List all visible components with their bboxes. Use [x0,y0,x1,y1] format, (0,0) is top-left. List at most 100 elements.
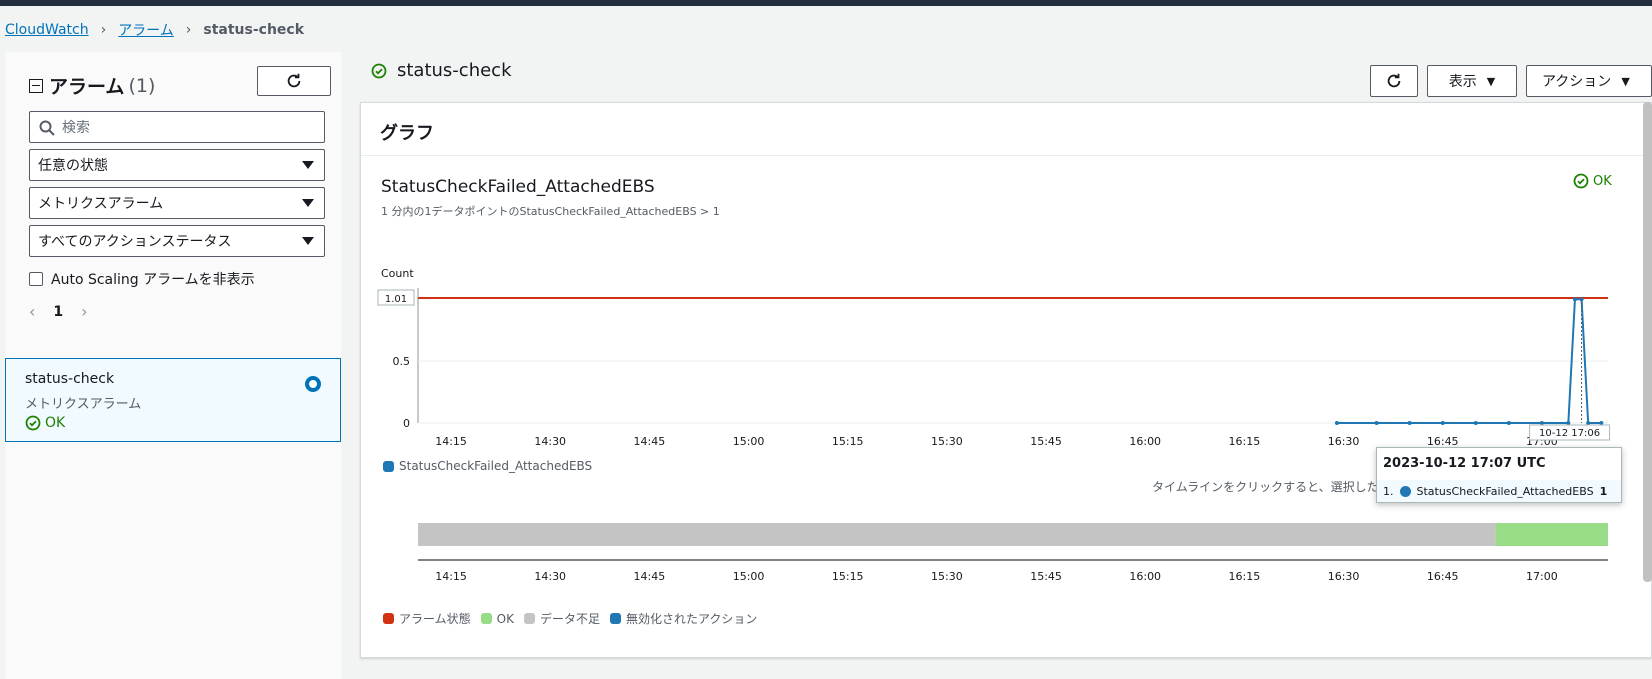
top-bar [0,0,1652,6]
page-number[interactable]: 1 [53,304,63,320]
timeline-legend-disabled: 無効化されたアクション [609,610,758,627]
timeline-legend: アラーム状態 OK データ不足 無効化されたアクション [383,610,767,627]
chevron-right-icon: › [100,22,107,38]
timeline-tick-label: 14:45 [634,570,666,583]
alarm-name: status-check [25,371,115,387]
caret-down-icon [302,199,314,207]
legend-swatch [383,460,394,472]
type-filter-value: メトリクスアラーム [38,196,164,212]
breadcrumb: CloudWatch › アラーム › status-check [5,20,304,40]
timeline-tick-label: 14:30 [534,570,566,583]
pagination: ‹ 1 › [29,302,88,321]
data-point [1572,297,1577,302]
refresh-button[interactable] [1370,65,1418,97]
alarm-state-label: OK [45,415,66,431]
search-input[interactable]: 検索 [29,111,325,143]
legend-swatch [383,613,394,624]
sidebar-refresh-button[interactable] [257,66,331,96]
view-label: 表示 [1448,74,1477,90]
chart-tooltip: 2023-10-12 17:07 UTC 1. StatusCheckFaile… [1376,447,1622,503]
refresh-icon [287,73,301,88]
threshold: 1.01 [377,289,1608,306]
x-tick-label: 15:00 [733,435,765,448]
x-tick-label: 15:15 [832,435,864,448]
data-point [1586,421,1591,425]
data-point [1566,421,1571,425]
alarm-select-radio[interactable] [305,376,321,392]
hide-autoscaling-label: Auto Scaling アラームを非表示 [51,272,255,288]
hide-autoscaling-checkbox[interactable] [29,272,43,286]
graph-panel: グラフ StatusCheckFailed_AttachedEBS 1 分内の1… [360,102,1652,658]
actions-dropdown-button[interactable]: アクション ▼ [1526,65,1652,97]
legend-label: OK [496,611,514,626]
timeline-tick-label: 16:30 [1328,570,1360,583]
view-dropdown-button[interactable]: 表示 ▼ [1427,65,1517,97]
timeline-tick-label: 16:00 [1129,570,1161,583]
action-filter-select[interactable]: すべてのアクションステータス [29,225,325,257]
data-point [1374,421,1379,425]
timeline-tick-label: 15:00 [733,570,765,583]
legend-label: StatusCheckFailed_AttachedEBS [399,459,593,473]
breadcrumb-cloudwatch-link[interactable]: CloudWatch [5,22,89,38]
data-point [1440,421,1445,425]
data-point [1539,421,1544,425]
chart-legend: StatusCheckFailed_AttachedEBS [383,459,602,473]
chart-grid [417,288,1608,424]
caret-down-icon [302,161,314,169]
legend-item[interactable]: StatusCheckFailed_AttachedEBS [383,459,592,473]
breadcrumb-current: status-check [203,22,305,38]
timeline-tick-label: 15:45 [1030,570,1062,583]
legend-label: データ不足 [539,612,600,626]
state-filter-value: 任意の状態 [38,158,108,174]
legend-swatch [523,613,535,624]
timeline-hint: タイムラインをクリックすると、選択した [1152,480,1379,494]
tooltip-index: 1. [1383,484,1394,498]
tooltip-series-dot [1399,485,1411,497]
search-icon [39,120,55,136]
data-point [1473,421,1478,425]
check-circle-icon [25,415,41,431]
chart-series: 10-12 17:06 [1334,297,1611,441]
tooltip-value: 1 [1599,484,1608,498]
timeline-tick-label: 17:00 [1526,570,1558,583]
x-tick-label: 14:30 [534,435,566,448]
legend-label: アラーム状態 [399,612,471,626]
timeline-legend-ok: OK [480,611,514,626]
chevron-right-icon: › [185,22,192,38]
y-tick-label: 0.5 [393,355,411,368]
data-point [1407,421,1412,425]
timeline-legend-alarm: アラーム状態 [383,610,471,627]
caret-down-icon: ▼ [1486,74,1496,88]
timeline-bar[interactable]: 14:15 14:30 14:45 15:00 15:15 15:30 15:45 16:00… [418,523,1608,583]
threshold-label: 1.01 [385,294,407,305]
hide-autoscaling-checkbox-row[interactable]: Auto Scaling アラームを非表示 [29,269,255,289]
timeline-tick-label: 15:30 [931,570,963,583]
legend-swatch [609,613,621,624]
x-tick-label: 16:15 [1229,435,1261,448]
chevron-right-icon[interactable]: › [81,302,87,321]
chevron-left-icon[interactable]: ‹ [29,302,35,321]
alarm-state: OK [25,415,65,431]
collapse-icon[interactable] [29,78,43,93]
alarm-list-item[interactable]: status-check メトリクスアラーム OK [5,358,341,442]
metric-chart[interactable]: Count 0 0.5 14:15 14:30 14:45 15:00 15:15 15:30… [361,103,1652,659]
action-filter-value: すべてのアクションステータス [38,234,232,250]
data-point [1334,421,1339,425]
timeline-tick-label: 15:15 [832,570,864,583]
page-scrollbar[interactable] [1643,102,1652,582]
breadcrumb-alarms-link[interactable]: アラーム [118,20,174,40]
x-tick-label: 16:30 [1328,435,1360,448]
x-tick-label: 15:45 [1030,435,1062,448]
x-hover-label: 10-12 17:06 [1539,428,1600,439]
tooltip-row: 1. StatusCheckFailed_AttachedEBS 1 [1377,480,1621,502]
state-filter-select[interactable]: 任意の状態 [29,149,325,181]
alarm-type: メトリクスアラーム [25,397,142,412]
alarm-count: (1) [128,74,156,97]
x-tick-label: 14:15 [435,435,467,448]
page-title: status-check [371,60,512,81]
type-filter-select[interactable]: メトリクスアラーム [29,187,325,219]
sidebar-title-label: アラーム [49,76,125,98]
y-tick-label: 0 [403,417,410,430]
legend-label: 無効化されたアクション [625,612,758,626]
refresh-icon [1387,73,1401,88]
